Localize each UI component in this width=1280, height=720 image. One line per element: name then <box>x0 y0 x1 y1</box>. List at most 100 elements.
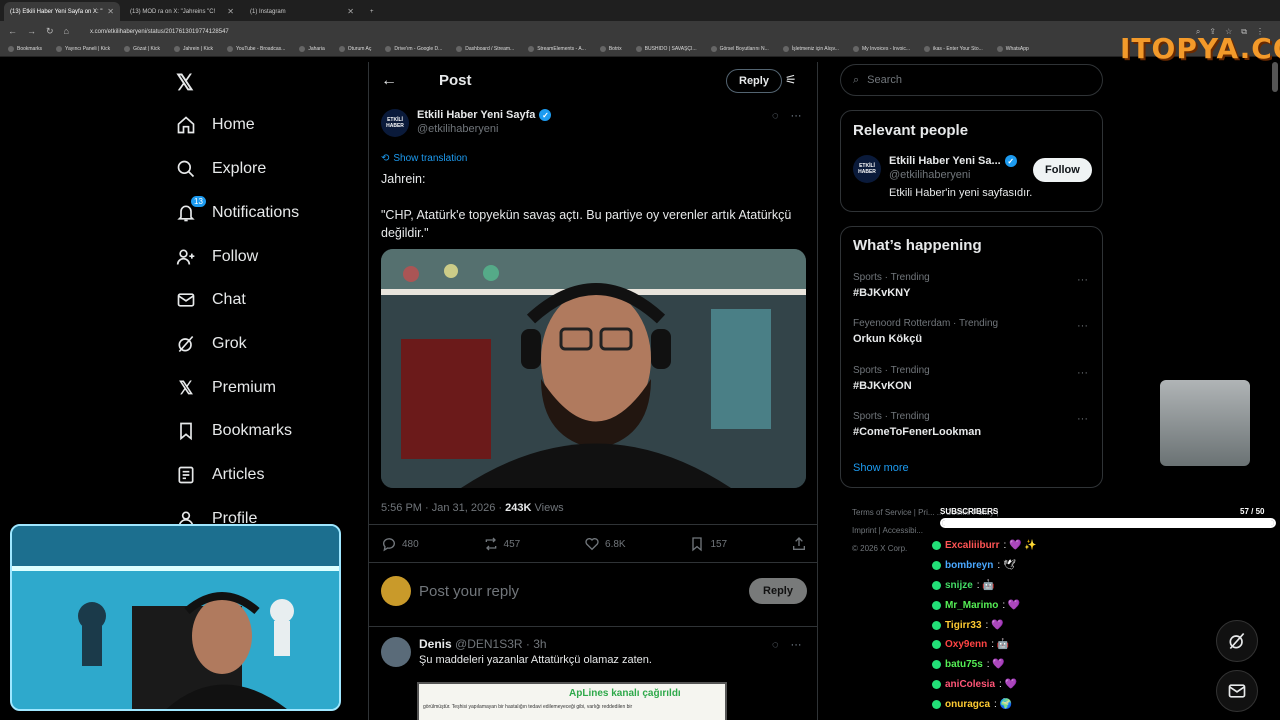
trend-item[interactable]: Sports · Trending #ComeToFenerLookman ··· <box>853 411 1093 438</box>
close-icon[interactable]: ✕ <box>227 7 234 16</box>
bookmark-item[interactable]: My Invoices - Invoic... <box>852 46 910 52</box>
trend-item[interactable]: Feyenoord Rotterdam · Trending Orkun Kökç… <box>853 318 1093 345</box>
nav-item-home[interactable]: Home <box>176 115 255 135</box>
back-arrow-icon[interactable]: ← <box>381 72 397 90</box>
like-count: 6.8K <box>605 538 626 550</box>
nav-item-follow[interactable]: Follow <box>176 247 258 267</box>
bookmark-item[interactable]: Drive'ım - Google D... <box>385 46 442 52</box>
home-icon[interactable]: ⌂ <box>64 26 69 37</box>
chat-username[interactable]: onuragca <box>945 699 990 710</box>
bookmark-item[interactable]: WhatsApp <box>996 46 1029 52</box>
nav-item-notifications[interactable]: 13 Notifications <box>176 195 299 223</box>
like-action[interactable]: 6.8K <box>584 536 626 552</box>
reply-action[interactable]: 480 <box>381 536 419 552</box>
avatar[interactable] <box>381 637 411 667</box>
more-icon[interactable]: ··· <box>1077 413 1088 425</box>
bookmark-item[interactable]: Bookmarks <box>8 46 42 52</box>
scrollbar-thumb[interactable] <box>1272 62 1278 92</box>
chat-username[interactable]: Oxy9enn <box>945 639 987 650</box>
follow-button[interactable]: Follow <box>1033 158 1092 182</box>
bookmark-item[interactable]: İşletmeniz için Alışv... <box>782 46 839 52</box>
browser-tab[interactable]: (13) Etkili Haber Yeni Sayfa on X: " ✕ <box>4 2 120 21</box>
more-icon[interactable]: ··· <box>1077 274 1088 286</box>
bookmark-item[interactable]: Jaharia <box>299 46 325 52</box>
trend-item[interactable]: Sports · Trending #BJKvKON ··· <box>853 365 1093 392</box>
post-time[interactable]: 5:56 PM · Jan 31, 2026 · <box>381 502 505 514</box>
repost-action[interactable]: 457 <box>483 536 520 552</box>
bookmark-item[interactable]: Görsel Boyutlarını N... <box>710 46 769 52</box>
chat-text: : 💜 ✨ <box>1003 540 1037 552</box>
chat-username[interactable]: aniColesia <box>945 679 995 690</box>
bookmark-item[interactable]: BUSHIDO | SAVAŞÇI... <box>635 46 697 52</box>
bookmark-item[interactable]: ikas - Enter Your Sto... <box>924 46 983 52</box>
nav-item-chat[interactable]: Chat <box>176 290 246 310</box>
browser-tab[interactable]: (13) MOD ra on X: "Jahreins "C! ✕ <box>124 2 240 21</box>
nav-item-articles[interactable]: Articles <box>176 465 264 485</box>
nav-item-bookmarks[interactable]: Bookmarks <box>176 421 292 441</box>
x-logo-icon[interactable]: 𝕏 <box>176 70 194 96</box>
avatar[interactable]: ETKİLİ HABER <box>381 109 409 137</box>
post-video[interactable] <box>381 249 806 488</box>
avatar[interactable] <box>381 576 411 606</box>
bookmark-action[interactable]: 157 <box>689 536 727 552</box>
close-icon[interactable]: ✕ <box>107 7 114 16</box>
bookmark-favicon-icon <box>124 46 131 52</box>
avatar[interactable]: ETKİLİ HABER <box>853 155 881 183</box>
bookmark-item[interactable]: Botrix <box>599 46 622 52</box>
messages-fab-button[interactable] <box>1216 670 1258 712</box>
more-icon[interactable]: ··· <box>1077 367 1088 379</box>
person-name[interactable]: Etkili Haber Yeni Sa... <box>889 155 1001 167</box>
more-icon[interactable]: ··· <box>791 639 802 651</box>
trend-meta: Sports · Trending <box>853 272 930 283</box>
close-icon[interactable]: ✕ <box>347 7 354 16</box>
show-translation-link[interactable]: ⟲ Show translation <box>381 153 467 164</box>
home-icon <box>176 115 196 135</box>
comment-name[interactable]: Denis <box>419 637 452 651</box>
chat-username[interactable]: bombreyn <box>945 560 993 571</box>
chat-username[interactable]: Excaliiiburr <box>945 540 999 551</box>
comment-image[interactable]: ApLines kanalı çağırıldı görülmüştür. Te… <box>417 682 727 720</box>
chat-username[interactable]: snijze <box>945 580 973 591</box>
more-icon[interactable]: ··· <box>791 110 802 122</box>
back-icon[interactable]: ← <box>8 26 17 37</box>
bookmark-item[interactable]: Jahrein | Kick <box>174 46 213 52</box>
nav-label: Home <box>212 116 255 133</box>
new-tab-button[interactable]: + <box>364 2 384 21</box>
post-author[interactable]: ETKİLİ HABER Etkili Haber Yeni Sayfa ✓ @e… <box>381 109 552 137</box>
bookmark-item[interactable]: YouTube - Broadcas... <box>226 46 285 52</box>
share-action[interactable] <box>791 536 807 552</box>
nav-item-grok[interactable]: Grok <box>176 334 247 354</box>
bookmark-item[interactable]: StreamElements - A... <box>528 46 586 52</box>
divider <box>369 562 817 563</box>
author-name[interactable]: Etkili Haber Yeni Sayfa <box>417 109 535 121</box>
url-field[interactable]: x.com/etkilihaberyeni/status/20176130197… <box>90 29 1196 35</box>
chat-username[interactable]: batu75s <box>945 659 983 670</box>
bookmark-item[interactable]: Yayıncı Paneli | Kick <box>56 46 110 52</box>
bookmark-item[interactable]: Gözat | Kick <box>124 46 160 52</box>
bookmark-item[interactable]: Oturum Aç <box>338 46 371 52</box>
more-icon[interactable]: ··· <box>1077 320 1088 332</box>
reply-input[interactable]: Post your reply <box>419 583 741 600</box>
comment[interactable]: Denis @DEN1S3R · 3h Şu maddeleri yazanla… <box>381 637 807 667</box>
browser-tab[interactable]: (1) Instagram ✕ <box>244 2 360 21</box>
bookmark-favicon-icon <box>528 46 535 52</box>
reload-icon[interactable]: ↻ <box>46 26 54 37</box>
grok-icon[interactable]: ◌ <box>772 110 779 122</box>
search-input[interactable]: ⌕ Search <box>840 64 1103 96</box>
chat-username[interactable]: Mr_Marimo <box>945 600 998 611</box>
bookmark-item[interactable]: Dashboard / Stream... <box>456 46 514 52</box>
post-actions: 480 457 6.8K 157 <box>381 536 807 552</box>
trend-item[interactable]: Sports · Trending #BJKvKNY ··· <box>853 272 1093 299</box>
show-more-link[interactable]: Show more <box>853 462 909 474</box>
chat-username[interactable]: Tigirr33 <box>945 620 982 631</box>
sliders-icon[interactable]: ⚟ <box>785 72 797 88</box>
grok-fab-button[interactable] <box>1216 620 1258 662</box>
reply-button[interactable]: Reply <box>749 578 807 604</box>
author-handle[interactable]: @etkilihaberyeni <box>417 123 551 135</box>
grok-icon[interactable]: ◌ <box>772 639 779 651</box>
forward-icon[interactable]: → <box>27 26 36 37</box>
nav-item-explore[interactable]: Explore <box>176 159 266 179</box>
reply-header-button[interactable]: Reply <box>726 69 782 93</box>
chat-text: : 💜 <box>985 619 1004 631</box>
nav-item-premium[interactable]: 𝕏 Premium <box>176 378 276 398</box>
